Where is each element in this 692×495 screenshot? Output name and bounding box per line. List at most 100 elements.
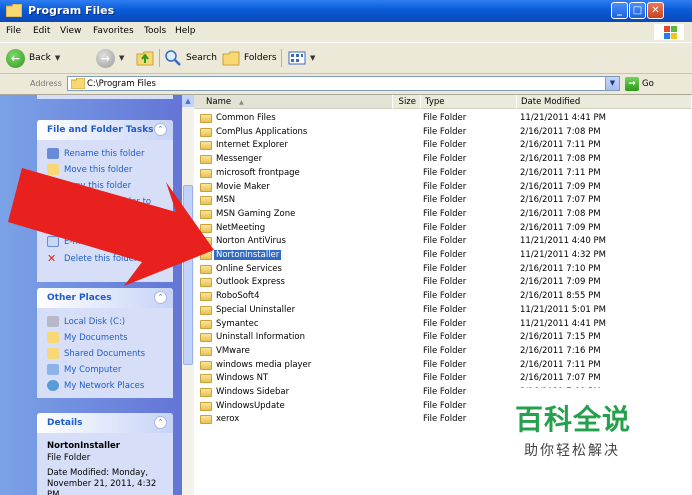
file-type: File Folder [423, 154, 467, 165]
forward-arrow-icon: → [96, 48, 115, 68]
file-type: File Folder [423, 167, 467, 178]
computer-icon [47, 364, 59, 375]
address-field[interactable]: C:\Program Files ▼ [67, 76, 620, 91]
folder-icon [200, 264, 212, 274]
move-folder-link[interactable]: Move this folder [47, 164, 132, 175]
file-date: 2/16/2011 7:08 PM [520, 126, 601, 137]
table-row[interactable]: MSN File Folder 2/16/2011 7:07 PM [194, 194, 692, 208]
folders-button[interactable]: Folders [222, 47, 277, 69]
task-pane-scrollbar[interactable]: ▲ [182, 95, 194, 495]
file-name: MSN Gaming Zone [216, 208, 296, 219]
folder-icon [200, 127, 212, 137]
table-row[interactable]: Movie Maker File Folder 2/16/2011 7:09 PM [194, 181, 692, 195]
table-row[interactable]: Common Files File Folder 11/21/2011 4:41 P… [194, 112, 692, 126]
my-computer-link[interactable]: My Computer [47, 364, 121, 375]
collapse-icon[interactable]: ⌃ [154, 123, 167, 136]
table-row[interactable]: ComPlus Applications File Folder 2/16/2011… [194, 126, 692, 140]
file-name: windows media player [216, 359, 312, 370]
folder-icon [200, 374, 212, 384]
file-type: File Folder [423, 208, 467, 219]
table-row[interactable]: RoboSoft4 File Folder 2/16/2011 8:55 PM [194, 290, 692, 304]
column-type[interactable]: Type [421, 95, 517, 109]
column-type-label: Type [425, 97, 445, 107]
up-folder-button[interactable] [136, 47, 154, 69]
scroll-up-icon[interactable]: ▲ [182, 95, 194, 107]
file-name: Messenger [216, 154, 263, 165]
my-network-places-link[interactable]: My Network Places [47, 380, 144, 391]
folder-icon [200, 141, 212, 151]
close-button[interactable]: ✕ [647, 2, 664, 19]
collapse-icon[interactable]: ⌃ [154, 416, 167, 429]
file-date: 11/21/2011 4:32 PM [520, 250, 606, 260]
file-date: 11/21/2011 4:41 PM [520, 113, 606, 123]
file-date: 2/16/2011 7:09 PM [520, 277, 601, 288]
file-type: File Folder [423, 222, 467, 233]
views-button[interactable]: ▼ [288, 47, 315, 69]
file-type: File Folder [423, 140, 467, 151]
my-documents-link[interactable]: My Documents [47, 332, 128, 343]
delete-icon: ✕ [47, 252, 57, 265]
menu-edit[interactable]: Edit [33, 26, 50, 36]
table-row[interactable]: MSN Gaming Zone File Folder 2/16/2011 7:08… [194, 208, 692, 222]
file-name: NetMeeting [216, 222, 266, 233]
file-name: Symantec [216, 318, 259, 329]
back-button[interactable]: ← Back ▼ [6, 47, 60, 69]
go-label: Go [642, 79, 654, 89]
table-row[interactable]: Online Services File Folder 2/16/2011 7:10… [194, 263, 692, 277]
watermark-main: 百科全说 [515, 403, 632, 436]
table-row[interactable]: Messenger File Folder 2/16/2011 7:08 PM [194, 153, 692, 167]
table-row[interactable]: Uninstall Information File Folder 2/16/201… [194, 331, 692, 345]
views-icon [288, 51, 306, 65]
shared-documents-link[interactable]: Shared Documents [47, 348, 145, 359]
dropdown-icon: ▼ [119, 54, 125, 62]
delete-folder-link[interactable]: ✕ Delete this folder [47, 252, 138, 265]
menu-tools[interactable]: Tools [144, 26, 166, 36]
table-row[interactable]: Outlook Express File Folder 2/16/2011 7:09… [194, 276, 692, 290]
copy-folder-link[interactable]: Copy this folder [47, 180, 131, 191]
local-disk-link[interactable]: Local Disk (C:) [47, 316, 125, 327]
file-tasks-header[interactable]: File and Folder Tasks ⌃ [37, 120, 173, 140]
table-row[interactable]: Windows NT File Folder 2/16/2011 7:07 PM [194, 372, 692, 386]
menu-file[interactable]: File [6, 26, 21, 36]
file-tasks-panel: File and Folder Tasks ⌃ Rename this fold… [37, 120, 173, 282]
table-row[interactable]: windows media player File Folder 2/16/2011… [194, 359, 692, 373]
column-name[interactable]: Name ▲ [194, 95, 393, 109]
forward-button[interactable]: → ▼ [96, 47, 124, 69]
file-type: File Folder [423, 318, 467, 329]
search-button[interactable]: Search [164, 47, 217, 69]
details-type: File Folder [47, 453, 91, 463]
publish-folder-link-cont[interactable]: the Web [64, 208, 99, 218]
menu-help[interactable]: Help [175, 26, 196, 36]
table-row[interactable]: Special Uninstaller File Folder 11/21/2011… [194, 304, 692, 318]
menu-favorites[interactable]: Favorites [93, 26, 134, 36]
table-row[interactable]: microsoft frontpage File Folder 2/16/2011 … [194, 167, 692, 181]
folders-label: Folders [244, 53, 277, 63]
minimize-button[interactable]: _ [611, 2, 628, 19]
other-places-header[interactable]: Other Places ⌃ [37, 288, 173, 308]
folder-icon [200, 278, 212, 288]
email-icon [47, 236, 59, 247]
table-row[interactable]: NetMeeting File Folder 2/16/2011 7:09 PM [194, 222, 692, 236]
collapse-icon[interactable]: ⌃ [154, 291, 167, 304]
publish-folder-link[interactable]: Publish this folder to [47, 196, 151, 207]
details-header[interactable]: Details ⌃ [37, 413, 173, 433]
address-dropdown-button[interactable]: ▼ [605, 77, 619, 90]
table-row[interactable]: Symantec File Folder 11/21/2011 4:41 PM [194, 318, 692, 332]
maximize-button[interactable]: □ [629, 2, 646, 19]
table-row[interactable]: Norton AntiVirus File Folder 11/21/2011 4:… [194, 235, 692, 249]
column-size[interactable]: Size [393, 95, 421, 109]
file-name: RoboSoft4 [216, 291, 260, 302]
go-button[interactable]: → Go [625, 77, 654, 91]
file-type: File Folder [423, 126, 467, 137]
file-name: WindowsUpdate [216, 400, 285, 411]
rename-folder-link[interactable]: Rename this folder [47, 148, 144, 159]
share-folder-link[interactable]: Share this folder [47, 220, 134, 231]
table-row[interactable]: NortonInstaller File Folder 11/21/2011 4:3… [194, 249, 692, 263]
menu-view[interactable]: View [60, 26, 81, 36]
email-folder-link[interactable]: E-mail this folder's [47, 236, 143, 247]
column-date[interactable]: Date Modified [517, 95, 692, 109]
folder-icon [200, 292, 212, 302]
scroll-thumb[interactable] [183, 185, 193, 365]
table-row[interactable]: VMware File Folder 2/16/2011 7:16 PM [194, 345, 692, 359]
table-row[interactable]: Internet Explorer File Folder 2/16/2011 7:… [194, 139, 692, 153]
